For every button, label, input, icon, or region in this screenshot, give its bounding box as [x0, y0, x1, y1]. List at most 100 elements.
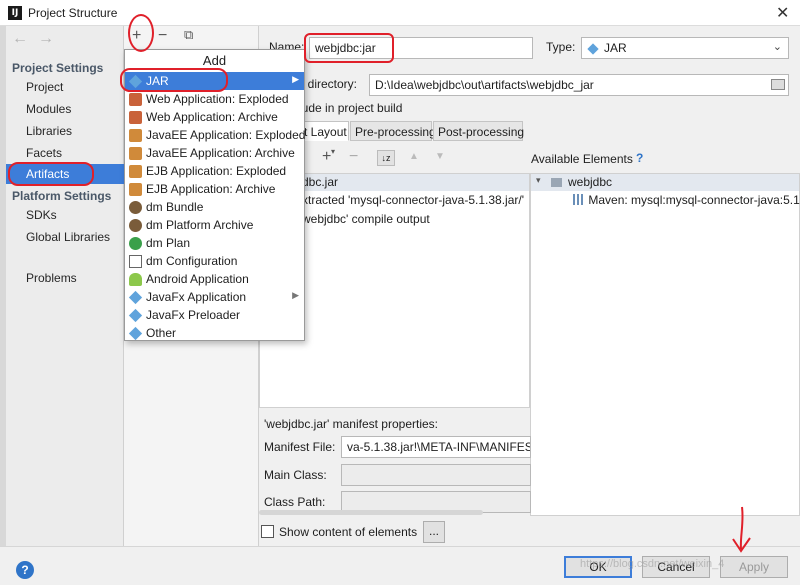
menu-item-ejb-application-exploded[interactable]: EJB Application: Exploded	[125, 162, 304, 180]
dm-icon	[129, 219, 142, 232]
move-down-icon[interactable]: ▼	[435, 151, 445, 162]
tab-post-processing[interactable]: Post-processing	[433, 121, 524, 141]
apply-button[interactable]: Apply	[720, 556, 788, 578]
remove-button[interactable]: −	[158, 27, 167, 45]
menu-item-label: Web Application: Archive	[146, 110, 278, 124]
collapse-chevron-icon[interactable]: ▾	[536, 175, 541, 186]
menu-item-dm-configuration[interactable]: dm Configuration	[125, 252, 304, 270]
javaee-icon	[129, 129, 142, 142]
back-arrow-icon[interactable]: ←	[12, 30, 28, 48]
chevron-down-icon: ⌄	[772, 41, 782, 53]
layout-remove-button[interactable]: −	[349, 148, 358, 166]
library-icon	[573, 194, 585, 205]
menu-item-label: dm Platform Archive	[146, 218, 254, 232]
ejb-icon	[129, 165, 142, 178]
layout-add-button[interactable]: +	[322, 148, 331, 166]
tab-output-layout[interactable]: t Layout	[299, 121, 349, 141]
sidebar-item-modules[interactable]: Modules	[26, 102, 71, 116]
sidebar-item-global-libraries[interactable]: Global Libraries	[26, 230, 110, 244]
menu-item-javaee-application-exploded[interactable]: JavaEE Application: Exploded	[125, 126, 306, 144]
menu-item-web-application-archive[interactable]: Web Application: Archive	[125, 108, 304, 126]
tab-pre-processing[interactable]: Pre-processing	[350, 121, 436, 141]
available-item-maven[interactable]: Maven: mysql:mysql-connector-java:5.1.3	[573, 193, 800, 207]
menu-item-javafx-preloader[interactable]: JavaFx Preloader	[125, 306, 304, 324]
sidebar-item-project[interactable]: Project	[26, 80, 63, 94]
artifact-editor: Name: webjdbc:jar Type: JAR ⌄ t director…	[259, 26, 800, 546]
help-circle-icon[interactable]: ?	[16, 561, 34, 579]
menu-item-label: EJB Application: Archive	[146, 182, 276, 196]
popup-header: Add	[202, 53, 227, 68]
menu-item-android-application[interactable]: Android Application	[125, 270, 304, 288]
manifest-file-input[interactable]: va-5.1.38.jar!\META-INF\MANIFEST.	[341, 436, 531, 458]
available-root-row[interactable]: ▾ webjdbc	[531, 174, 799, 191]
close-icon[interactable]: ✕	[776, 3, 789, 23]
show-content-label[interactable]: Show content of elements	[279, 525, 417, 539]
submenu-arrow-icon: ▶	[292, 74, 299, 84]
diamond-icon	[128, 308, 143, 323]
menu-item-label: dm Plan	[146, 236, 191, 250]
sidebar: ← → Project Settings Project Modules Lib…	[6, 26, 124, 546]
menu-item-dm-plan[interactable]: dm Plan	[125, 234, 304, 252]
sidebar-item-facets[interactable]: Facets	[26, 146, 62, 160]
menu-item-label: JavaEE Application: Exploded	[146, 128, 306, 142]
menu-item-other[interactable]: Other	[125, 324, 304, 342]
copy-icon[interactable]: ⧉	[184, 27, 193, 43]
available-elements-title: Available Elements	[531, 152, 633, 166]
tree-item-extracted[interactable]: xtracted 'mysql-connector-java-5.1.38.ja…	[302, 193, 524, 207]
menu-item-label: dm Configuration	[146, 254, 238, 268]
menu-item-label: JavaEE Application: Archive	[146, 146, 295, 160]
type-label: Type:	[546, 40, 576, 54]
forward-arrow-icon[interactable]: →	[38, 30, 54, 48]
help-icon[interactable]: ?	[636, 151, 643, 165]
menu-item-dm-bundle[interactable]: dm Bundle	[125, 198, 304, 216]
sidebar-item-libraries[interactable]: Libraries	[26, 124, 72, 138]
menu-item-label: dm Bundle	[146, 200, 204, 214]
available-root-label: webjdbc	[568, 175, 613, 189]
annotation-name-highlight	[304, 33, 394, 63]
folder-icon[interactable]	[771, 79, 785, 90]
output-directory-input[interactable]: D:\Idea\webjdbc\out\artifacts\webjdbc_ja…	[369, 74, 789, 96]
app-logo-icon: IJ	[8, 6, 22, 20]
layout-add-dropdown-icon[interactable]: ▾	[331, 147, 335, 156]
main-class-input[interactable]	[341, 464, 531, 486]
title-bar: IJ Project Structure ✕	[0, 0, 800, 26]
diamond-icon	[128, 290, 143, 305]
javaee-icon	[129, 147, 142, 160]
menu-item-label: Android Application	[146, 272, 249, 286]
watermark-text: https://blog.csdn.net/weixin_4	[580, 558, 725, 570]
dm-plan-icon	[129, 237, 142, 250]
dm-icon	[129, 201, 142, 214]
menu-item-javafx-application[interactable]: JavaFx Application ▶	[125, 288, 304, 306]
window-title: Project Structure	[28, 6, 118, 20]
platform-settings-header: Platform Settings	[12, 189, 112, 203]
menu-item-dm-platform-archive[interactable]: dm Platform Archive	[125, 216, 304, 234]
diamond-icon	[128, 326, 143, 341]
include-in-build-label[interactable]: lude in project build	[299, 101, 402, 115]
annotation-artifacts-highlight	[8, 162, 94, 186]
available-elements-tree: ▾ webjdbc Maven: mysql:mysql-connector-j…	[530, 173, 800, 516]
annotation-arrow	[732, 506, 751, 553]
menu-item-label: Other	[146, 326, 177, 340]
main-class-label: Main Class:	[264, 468, 327, 482]
jar-diamond-icon	[587, 43, 599, 55]
sort-icon[interactable]: ↓z	[377, 150, 395, 166]
show-content-options-button[interactable]: ...	[423, 521, 445, 543]
menu-item-javaee-application-archive[interactable]: JavaEE Application: Archive	[125, 144, 304, 162]
project-settings-header: Project Settings	[12, 61, 104, 75]
show-content-checkbox[interactable]	[261, 525, 274, 538]
sidebar-item-sdks[interactable]: SDKs	[26, 208, 57, 222]
annotation-circle-add	[128, 14, 154, 52]
move-up-icon[interactable]: ▲	[409, 151, 419, 162]
menu-item-web-application-exploded[interactable]: Web Application: Exploded	[125, 90, 304, 108]
type-select[interactable]: JAR ⌄	[581, 37, 789, 59]
tree-item-compile-output[interactable]: webjdbc' compile output	[302, 212, 430, 226]
type-value: JAR	[604, 41, 627, 55]
menu-item-label: JavaFx Application	[146, 290, 247, 304]
annotation-jar-highlight	[120, 68, 228, 92]
manifest-file-label: Manifest File:	[264, 440, 336, 454]
menu-item-label: EJB Application: Exploded	[146, 164, 287, 178]
horizontal-scrollbar[interactable]	[259, 510, 483, 515]
menu-item-ejb-application-archive[interactable]: EJB Application: Archive	[125, 180, 304, 198]
sidebar-item-problems[interactable]: Problems	[26, 271, 77, 285]
document-icon	[129, 255, 142, 268]
